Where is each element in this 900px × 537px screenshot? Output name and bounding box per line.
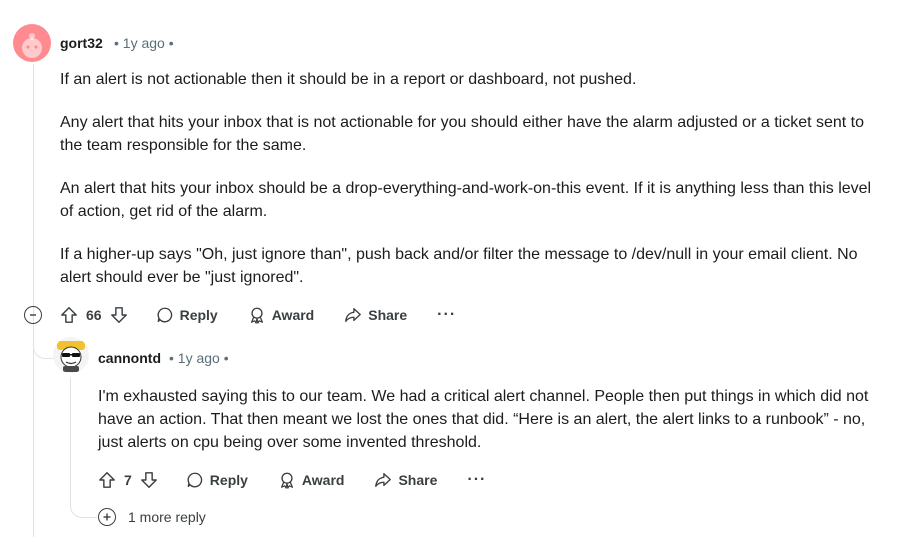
award-icon [250, 307, 263, 324]
comment-author[interactable]: gort32 [60, 35, 103, 51]
thread-elbow-more [70, 495, 97, 518]
more-options-button[interactable]: ··· [467, 471, 486, 489]
share-icon [375, 473, 392, 487]
comment-timestamp: • 1y ago • [169, 350, 229, 366]
share-icon [345, 308, 362, 322]
minus-icon [30, 314, 36, 316]
comment-actions: 66 Reply Award Share ··· [60, 303, 456, 327]
thread-line-main [33, 64, 34, 537]
comment-paragraph: Any alert that hits your inbox that is n… [60, 114, 865, 154]
reply-button[interactable]: Reply [186, 471, 248, 489]
comment-timestamp: • 1y ago • [114, 35, 174, 51]
comment-actions: 7 Reply Award Share ··· [98, 468, 486, 492]
avatar[interactable] [53, 337, 89, 373]
award-icon [280, 472, 293, 489]
avatar[interactable] [13, 24, 51, 62]
thread-line-reply [70, 378, 71, 508]
award-button[interactable]: Award [248, 306, 315, 324]
vote-score: 7 [124, 472, 132, 488]
reply-label: Reply [209, 472, 248, 488]
comment-paragraph: An alert that hits your inbox should be … [60, 180, 872, 220]
collapse-thread-button[interactable] [24, 306, 42, 324]
share-label: Share [398, 472, 438, 488]
upvote-icon[interactable] [60, 306, 78, 324]
share-button[interactable]: Share [344, 306, 407, 324]
more-replies-label: 1 more reply [128, 509, 206, 525]
award-label: Award [271, 307, 315, 323]
vote-score: 66 [86, 307, 102, 323]
thread-elbow [33, 330, 54, 359]
comment-paragraph: If a higher-up says "Oh, just ignore tha… [60, 246, 858, 286]
plus-circle-icon [98, 508, 116, 526]
vote-group: 66 [60, 306, 128, 324]
more-replies-button[interactable]: 1 more reply [98, 508, 206, 526]
comment-body: I'm exhausted saying this to our team. W… [98, 385, 883, 474]
reply-bubble-icon [187, 472, 203, 488]
downvote-icon[interactable] [110, 306, 128, 324]
reply-label: Reply [179, 307, 218, 323]
share-label: Share [368, 307, 408, 323]
comment-paragraph: I'm exhausted saying this to our team. W… [98, 388, 869, 451]
comment-paragraph: If an alert is not actionable then it sh… [60, 71, 637, 88]
comment-author[interactable]: cannontd [98, 350, 161, 366]
award-button[interactable]: Award [278, 471, 345, 489]
upvote-icon[interactable] [98, 471, 116, 489]
reply-bubble-icon [157, 307, 172, 323]
award-label: Award [301, 472, 345, 488]
comment-body: If an alert is not actionable then it sh… [60, 68, 880, 309]
snoo-avatar-icon [22, 33, 42, 58]
snoo-sunglasses-avatar-icon [57, 341, 85, 372]
reply-button[interactable]: Reply [156, 306, 218, 324]
share-button[interactable]: Share [374, 471, 437, 489]
downvote-icon[interactable] [140, 471, 158, 489]
more-options-button[interactable]: ··· [437, 306, 456, 324]
vote-group: 7 [98, 471, 158, 489]
